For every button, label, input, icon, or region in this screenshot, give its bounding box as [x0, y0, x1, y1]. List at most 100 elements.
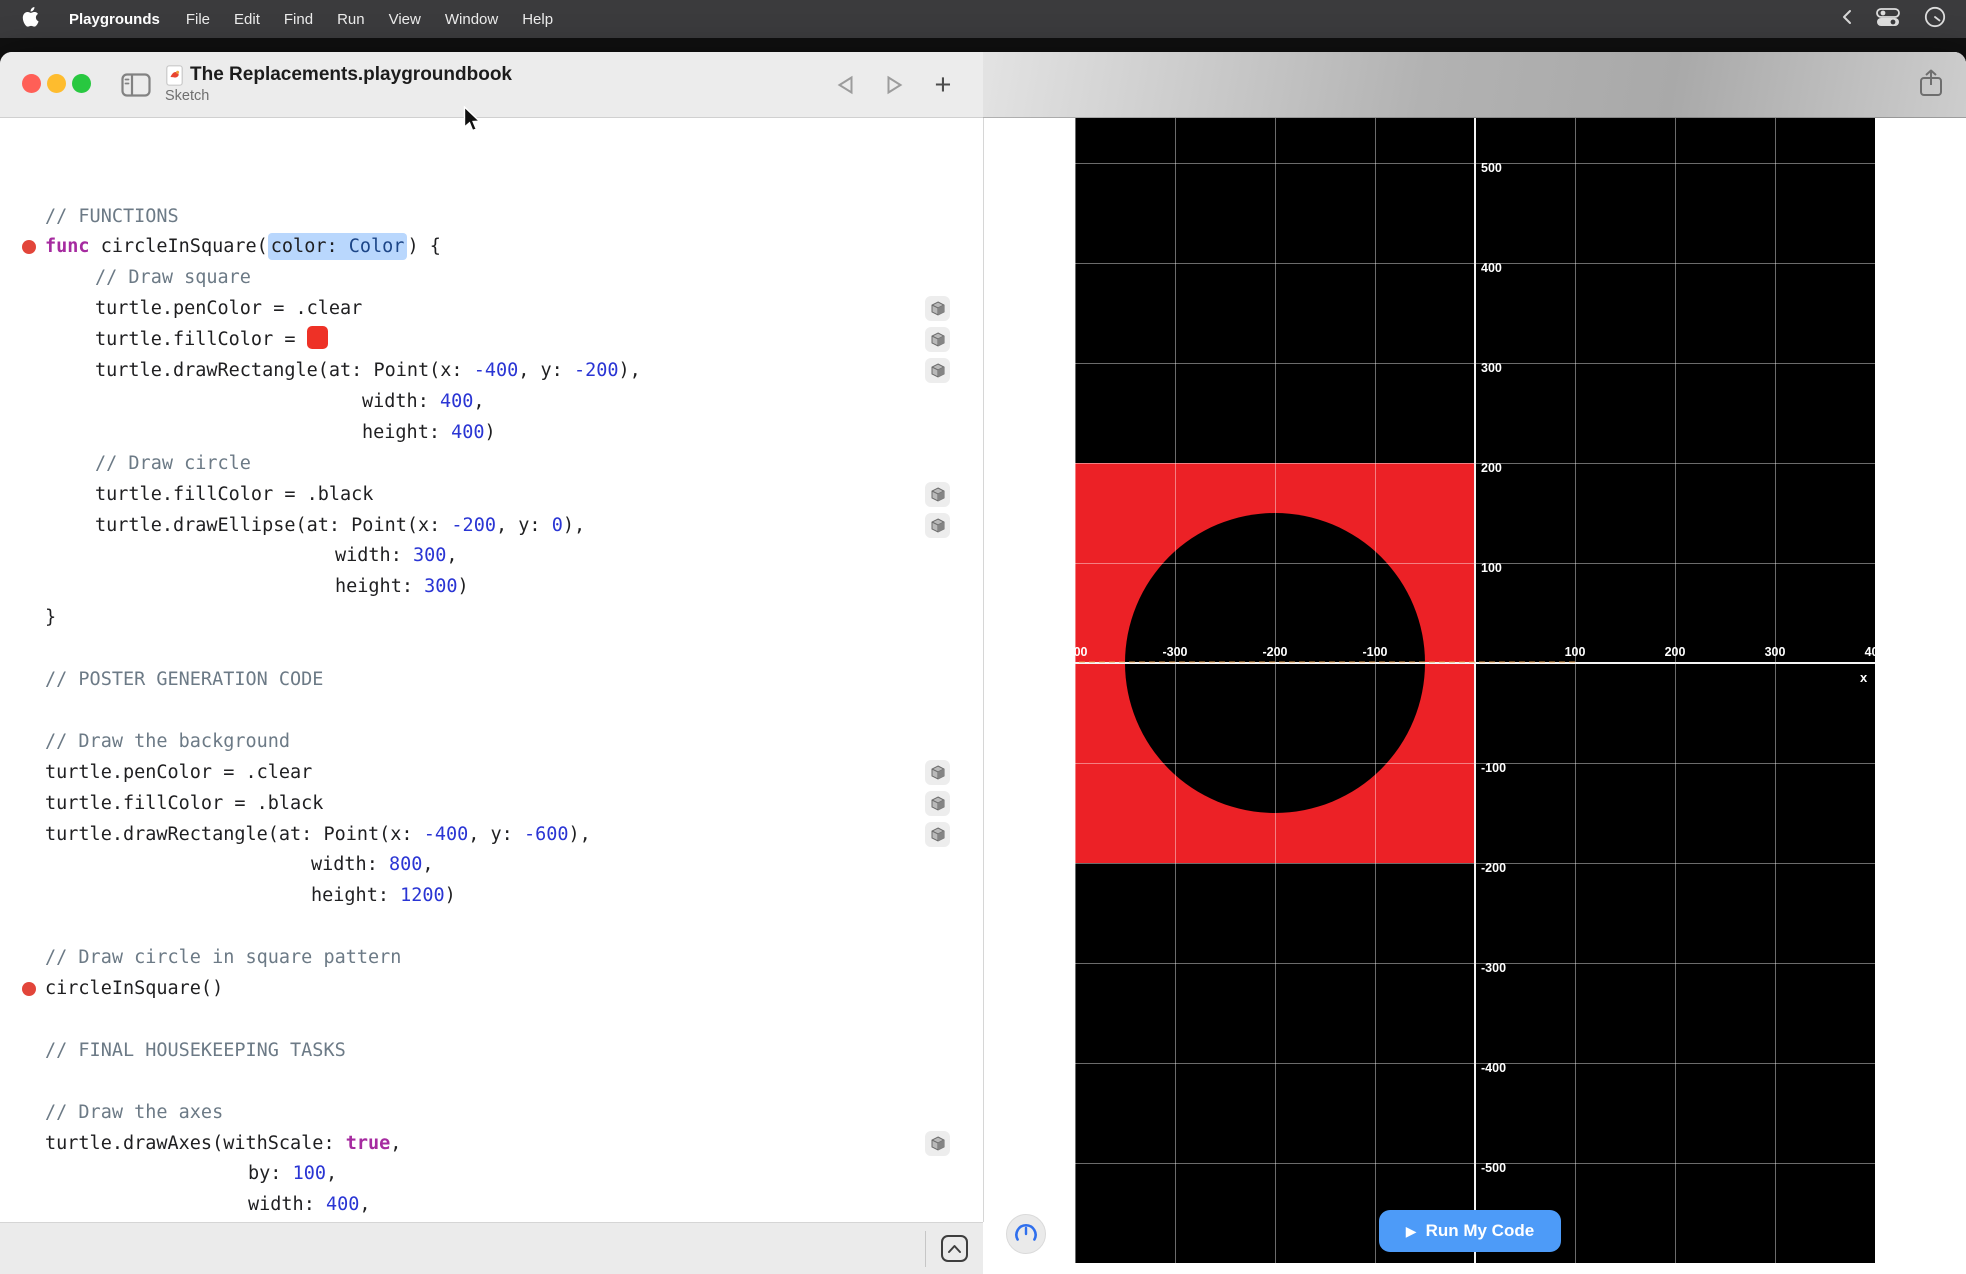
code-editor[interactable]: // FUNCTIONSfunc circleInSquare(color: C… — [0, 118, 983, 1222]
menu-run[interactable]: Run — [325, 11, 377, 28]
y-axis-tick-label: 400 — [1481, 261, 1502, 275]
result-cube-button[interactable] — [925, 760, 950, 785]
code-line[interactable]: turtle.fillColor = — [95, 324, 328, 355]
zoom-button[interactable] — [72, 74, 91, 93]
bottom-bar-divider — [925, 1231, 926, 1267]
menu-edit[interactable]: Edit — [222, 11, 272, 28]
result-cube-button[interactable] — [925, 791, 950, 816]
share-icon[interactable] — [1918, 68, 1944, 98]
code-line[interactable]: height: 400) — [362, 417, 496, 448]
code-line[interactable]: width: 300, — [335, 540, 458, 571]
code-line[interactable]: // Draw the axes — [45, 1097, 223, 1128]
play-icon: ▶ — [1406, 1224, 1417, 1238]
color-swatch-red[interactable] — [307, 326, 328, 349]
console-toggle-button[interactable] — [941, 1235, 968, 1262]
code-line[interactable]: // Draw circle in square pattern — [45, 942, 401, 973]
code-line[interactable]: height: 1200) — [311, 880, 456, 911]
code-line[interactable]: // Draw circle — [95, 448, 251, 479]
x-axis-tick-label: -100 — [1362, 645, 1387, 659]
close-button[interactable] — [22, 74, 41, 93]
result-cube-button[interactable] — [925, 296, 950, 321]
code-line[interactable]: } — [45, 602, 56, 633]
y-axis-tick-label: -200 — [1481, 861, 1506, 875]
sidebar-toggle-icon[interactable] — [121, 73, 151, 97]
screen: Playgrounds File Edit Find Run View Wind… — [0, 0, 1966, 1274]
code-line[interactable]: func circleInSquare(color: Color) { — [45, 231, 441, 262]
menu-bar: Playgrounds File Edit Find Run View Wind… — [0, 0, 1966, 38]
y-axis-tick-label: -300 — [1481, 961, 1506, 975]
pane-divider[interactable] — [983, 118, 984, 1222]
add-page-button[interactable]: + — [928, 70, 958, 100]
code-line[interactable]: turtle.drawAxes(withScale: true, — [45, 1128, 401, 1159]
x-axis-tick-label: -200 — [1262, 645, 1287, 659]
y-axis-tick-label: 200 — [1481, 461, 1502, 475]
mouse-cursor — [463, 106, 482, 138]
run-button-label: Run My Code — [1426, 1221, 1535, 1241]
x-axis-name-label: x — [1860, 670, 1867, 685]
result-cube-button[interactable] — [925, 482, 950, 507]
y-axis-tick-label: -100 — [1481, 761, 1506, 775]
menu-help[interactable]: Help — [510, 11, 565, 28]
code-line[interactable]: width: 400, — [362, 386, 485, 417]
code-line[interactable]: turtle.fillColor = .black — [95, 479, 373, 510]
code-line[interactable]: by: 100, — [248, 1158, 337, 1189]
window-title: The Replacements.playgroundbook — [190, 64, 512, 86]
code-line[interactable]: turtle.drawEllipse(at: Point(x: -200, y:… — [95, 510, 585, 541]
result-cube-button[interactable] — [925, 1131, 950, 1156]
x-axis-tick-label: -400 — [1075, 645, 1088, 659]
editor-bottom-bar — [0, 1222, 983, 1274]
forward-button[interactable] — [879, 70, 909, 100]
x-axis-tick-label: 200 — [1665, 645, 1686, 659]
y-axis-line — [1474, 63, 1476, 1263]
code-line[interactable]: turtle.drawRectangle(at: Point(x: -400, … — [95, 355, 641, 386]
menu-view[interactable]: View — [377, 11, 433, 28]
result-cube-button[interactable] — [925, 513, 950, 538]
x-axis-tick-label: 300 — [1765, 645, 1786, 659]
y-axis-tick-label: -400 — [1481, 1061, 1506, 1075]
y-axis-tick-label: 100 — [1481, 561, 1502, 575]
code-line[interactable]: // POSTER GENERATION CODE — [45, 664, 323, 695]
clock-icon[interactable] — [1924, 6, 1946, 33]
speed-gauge-icon — [1013, 1221, 1039, 1247]
turtle-trail — [1079, 661, 1575, 663]
minimize-button[interactable] — [47, 74, 66, 93]
apple-menu-icon[interactable] — [22, 7, 39, 32]
result-cube-button[interactable] — [925, 327, 950, 352]
playgroundbook-icon — [166, 65, 183, 86]
menu-file[interactable]: File — [174, 11, 222, 28]
window-subtitle: Sketch — [165, 88, 209, 104]
code-line[interactable]: // FINAL HOUSEKEEPING TASKS — [45, 1035, 346, 1066]
breakpoint-dot[interactable] — [22, 240, 36, 254]
code-line[interactable]: // FUNCTIONS — [45, 201, 179, 232]
y-axis-tick-label: 500 — [1481, 161, 1502, 175]
code-line[interactable]: width: 800, — [311, 849, 434, 880]
x-axis-tick-label: -300 — [1162, 645, 1187, 659]
result-cube-button[interactable] — [925, 358, 950, 383]
code-line[interactable]: turtle.fillColor = .black — [45, 788, 323, 819]
live-view-toolbar — [983, 52, 1966, 118]
code-line[interactable]: turtle.penColor = .clear — [95, 293, 362, 324]
playgrounds-window: 500 400 300 200 100 -100 -200 -300 -400 -500 -400 -… — [0, 52, 1966, 1274]
code-line[interactable]: height: 300) — [335, 571, 469, 602]
y-axis-tick-label: -500 — [1481, 1161, 1506, 1175]
code-line[interactable]: turtle.penColor = .clear — [45, 757, 312, 788]
x-axis-tick-label: 100 — [1565, 645, 1586, 659]
code-line[interactable]: // Draw the background — [45, 726, 290, 757]
control-center-icon[interactable] — [1876, 6, 1900, 33]
back-button[interactable] — [830, 70, 860, 100]
breakpoint-dot[interactable] — [22, 982, 36, 996]
run-speed-button[interactable] — [1006, 1214, 1046, 1254]
chevron-left-icon[interactable] — [1841, 9, 1852, 30]
result-cube-button[interactable] — [925, 822, 950, 847]
poster-canvas: 500 400 300 200 100 -100 -200 -300 -400 -500 -400 -… — [1075, 63, 1875, 1263]
x-axis-tick-label: 400 — [1865, 645, 1875, 659]
menu-playgrounds[interactable]: Playgrounds — [55, 11, 174, 28]
menu-window[interactable]: Window — [433, 11, 510, 28]
code-line[interactable]: circleInSquare() — [45, 973, 223, 1004]
code-line[interactable]: // Draw square — [95, 262, 251, 293]
code-line[interactable]: width: 400, — [248, 1189, 371, 1220]
y-axis-tick-label: 300 — [1481, 361, 1502, 375]
run-my-code-button[interactable]: ▶ Run My Code — [1379, 1210, 1561, 1252]
code-line[interactable]: turtle.drawRectangle(at: Point(x: -400, … — [45, 819, 591, 850]
menu-find[interactable]: Find — [272, 11, 325, 28]
